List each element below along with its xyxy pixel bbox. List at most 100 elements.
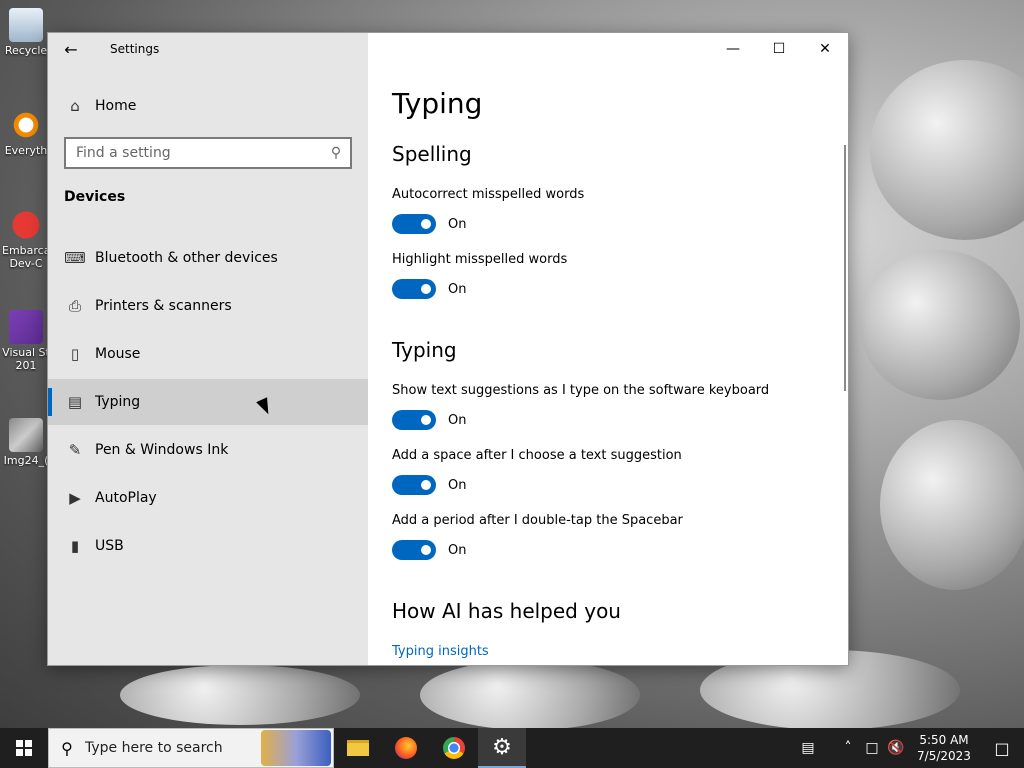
highlight-misspelled-label: Highlight misspelled words xyxy=(392,252,568,267)
highlight-misspelled-toggle[interactable] xyxy=(392,279,436,299)
toggle-state-label: On xyxy=(448,477,467,493)
pen-icon: ✎ xyxy=(68,441,82,459)
text-suggestions-label: Show text suggestions as I type on the s… xyxy=(392,383,770,398)
chevron-up-icon[interactable]: ˄ xyxy=(836,740,860,756)
taskbar-clock[interactable]: 5:50 AM 7/5/2023 xyxy=(908,732,980,764)
toggle-knob xyxy=(421,480,431,490)
add-space-toggle[interactable] xyxy=(392,475,436,495)
usb-icon: ▮ xyxy=(70,537,80,555)
toggle-state-label: On xyxy=(448,412,467,428)
taskbar-chrome[interactable] xyxy=(430,728,478,768)
sidebar-item-label: Printers & scanners xyxy=(95,298,232,314)
page-title: Typing xyxy=(392,87,483,120)
autocorrect-setting: On xyxy=(392,214,466,234)
toggle-knob xyxy=(421,415,431,425)
toggle-knob xyxy=(421,284,431,294)
wallpaper-blob xyxy=(880,420,1024,590)
sidebar-item-usb[interactable]: ▮ USB xyxy=(48,523,368,569)
desktop-icon-label: Img24_( xyxy=(3,454,49,467)
system-tray: ▤ ˄ □ 🔇 5:50 AM 7/5/2023 □ xyxy=(796,728,1024,768)
autocorrect-toggle[interactable] xyxy=(392,214,436,234)
sidebar-item-label: Pen & Windows Ink xyxy=(95,442,229,458)
maximize-button[interactable]: ☐ xyxy=(756,33,802,65)
toggle-knob xyxy=(421,219,431,229)
desktop-icon-everything[interactable]: Everyth xyxy=(2,108,50,157)
keyboard-icon: ▤ xyxy=(67,393,83,411)
add-period-setting: On xyxy=(392,540,466,560)
sidebar-item-home[interactable]: ⌂ Home xyxy=(48,83,368,129)
sidebar-item-autoplay[interactable]: ▶ AutoPlay xyxy=(48,475,368,521)
desktop-icon-image[interactable]: Img24_( xyxy=(2,418,50,467)
printer-icon: ⎙ xyxy=(68,297,81,315)
taskbar-search-box[interactable]: ⚲ Type here to search xyxy=(48,728,334,768)
start-button[interactable] xyxy=(0,728,48,768)
search-icon: ⚲ xyxy=(61,738,73,758)
news-icon[interactable]: ▤ xyxy=(796,740,820,756)
image-file-icon xyxy=(9,418,43,452)
notification-icon[interactable]: □ xyxy=(980,739,1024,758)
window-controls: — ☐ ✕ xyxy=(710,33,848,65)
sidebar-item-printers[interactable]: ⎙ Printers & scanners xyxy=(48,283,368,329)
wallpaper-blob xyxy=(870,60,1024,240)
settings-window: ← Settings ⌂ Home ⚲ Devices ⌨ Bluetooth … xyxy=(48,33,848,665)
network-icon[interactable]: □ xyxy=(860,740,884,756)
toggle-state-label: On xyxy=(448,542,467,558)
add-space-label: Add a space after I choose a text sugges… xyxy=(392,448,682,463)
sidebar-item-label: USB xyxy=(95,538,124,554)
mouse-icon: ▯ xyxy=(70,345,80,363)
add-period-label: Add a period after I double-tap the Spac… xyxy=(392,513,683,528)
toggle-state-label: On xyxy=(448,216,467,232)
minimize-button[interactable]: — xyxy=(710,33,756,65)
section-heading: Devices xyxy=(64,189,126,205)
taskbar: ⚲ Type here to search ⚙ ▤ ˄ □ 🔇 5:50 AM … xyxy=(0,728,1024,768)
app-title: Settings xyxy=(110,42,160,56)
toggle-state-label: On xyxy=(448,281,467,297)
wallpaper-blob xyxy=(420,660,640,730)
autocorrect-label: Autocorrect misspelled words xyxy=(392,187,585,202)
devcpp-icon xyxy=(9,208,43,242)
search-highlight-icon xyxy=(261,730,331,766)
close-button[interactable]: ✕ xyxy=(802,33,848,65)
maximize-icon: ☐ xyxy=(772,41,786,57)
sidebar-item-label: AutoPlay xyxy=(95,490,157,506)
sidebar-item-typing[interactable]: ▤ Typing xyxy=(48,379,368,425)
arrow-left-icon: ← xyxy=(64,39,78,59)
clock-date: 7/5/2023 xyxy=(917,749,971,763)
search-icon[interactable]: ⚲ xyxy=(322,145,350,161)
search-input[interactable] xyxy=(66,145,322,161)
add-space-setting: On xyxy=(392,475,466,495)
sidebar-item-label: Mouse xyxy=(95,346,141,362)
desktop-icon-label: Recycle xyxy=(4,44,48,57)
add-period-toggle[interactable] xyxy=(392,540,436,560)
content-scrollbar[interactable] xyxy=(844,145,846,391)
typing-heading: Typing xyxy=(392,338,457,362)
sidebar-item-mouse[interactable]: ▯ Mouse xyxy=(48,331,368,377)
desktop-icon-recycle-bin[interactable]: Recycle xyxy=(2,8,50,57)
desktop-icon-label: Visual St 201 xyxy=(2,346,50,372)
taskbar-firefox[interactable] xyxy=(382,728,430,768)
find-setting-search: ⚲ xyxy=(64,137,352,169)
spelling-heading: Spelling xyxy=(392,142,472,166)
desktop-icon-devcpp[interactable]: Embarca Dev-C xyxy=(2,208,50,270)
volume-muted-icon[interactable]: 🔇 xyxy=(884,740,908,756)
ai-helped-heading: How AI has helped you xyxy=(392,599,621,623)
visual-studio-icon xyxy=(9,310,43,344)
sidebar-item-label: Bluetooth & other devices xyxy=(95,250,278,266)
title-bar-left: ← Settings xyxy=(48,33,368,65)
taskbar-settings[interactable]: ⚙ xyxy=(478,728,526,768)
highlight-misspelled-setting: On xyxy=(392,279,466,299)
back-button[interactable]: ← xyxy=(48,33,94,65)
taskbar-file-explorer[interactable] xyxy=(334,728,382,768)
chrome-icon xyxy=(443,737,465,759)
desktop-icon-label: Everyth xyxy=(4,144,48,157)
settings-sidebar: ← Settings ⌂ Home ⚲ Devices ⌨ Bluetooth … xyxy=(48,33,368,665)
bluetooth-devices-icon: ⌨ xyxy=(64,249,86,267)
sidebar-item-bluetooth[interactable]: ⌨ Bluetooth & other devices xyxy=(48,235,368,281)
home-icon: ⌂ xyxy=(70,97,80,115)
sidebar-item-pen[interactable]: ✎ Pen & Windows Ink xyxy=(48,427,368,473)
autoplay-icon: ▶ xyxy=(69,489,81,507)
wallpaper-blob xyxy=(860,250,1020,400)
desktop-icon-visual-studio[interactable]: Visual St 201 xyxy=(2,310,50,372)
text-suggestions-toggle[interactable] xyxy=(392,410,436,430)
typing-insights-link[interactable]: Typing insights xyxy=(392,644,489,659)
